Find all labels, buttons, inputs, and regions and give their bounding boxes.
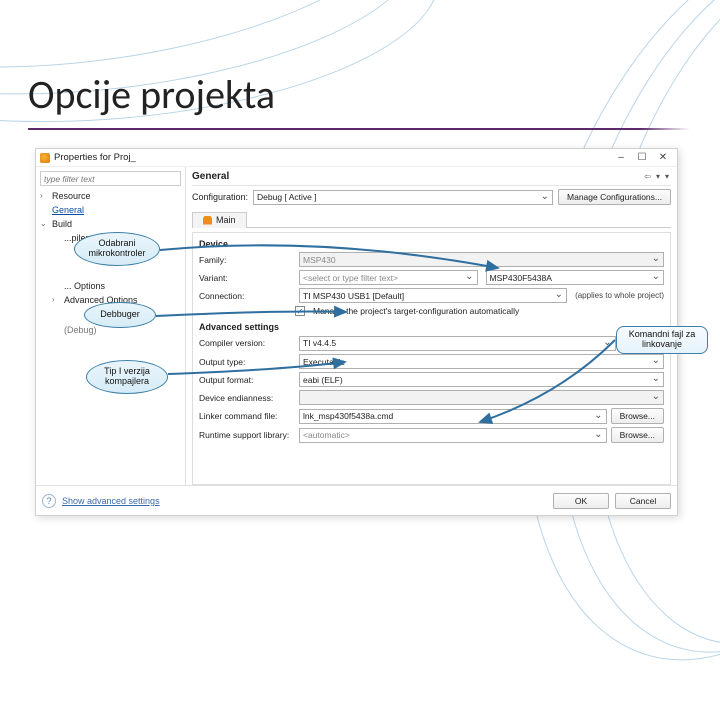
tree-general[interactable]: General [40,203,181,217]
output-format-label: Output format: [199,375,295,385]
runtime-browse-button[interactable]: Browse... [611,427,664,443]
output-format-select[interactable]: eabi (ELF) [299,372,664,387]
callout-microcontroller: Odabrani mikrokontroler [74,232,160,266]
output-format-value: eabi (ELF) [303,375,343,385]
tree-build-label: Build [52,219,72,229]
linker-label: Linker command file: [199,411,295,421]
tab-main[interactable]: Main [192,212,247,228]
compiler-label: Compiler version: [199,338,295,348]
config-select[interactable]: Debug [ Active ] [253,190,553,205]
config-label: Configuration: [192,192,248,202]
linker-select[interactable]: lnk_msp430f5438a.cmd [299,409,607,424]
output-type-select[interactable]: Executable [299,354,664,369]
connection-label: Connection: [199,291,295,301]
device-section-title: Device [199,239,664,249]
endianness-label: Device endianness: [199,393,295,403]
family-label: Family: [199,255,295,265]
family-select[interactable]: MSP430 [299,252,664,267]
settings-panel: Device Family: MSP430 Variant: <select o… [192,232,671,485]
cancel-button[interactable]: Cancel [615,493,671,509]
advanced-section-title: Advanced settings [199,322,664,332]
runtime-select[interactable]: <automatic> [299,428,607,443]
tree-options[interactable]: ... Options [40,279,181,293]
chip-icon [203,216,212,225]
help-icon[interactable]: ? [42,494,56,508]
nav-back-icon[interactable]: ⇦ [642,172,653,181]
variant-label: Variant: [199,273,295,283]
tree-general-label: General [52,205,84,215]
tree-resource[interactable]: ›Resource [40,189,181,203]
linker-browse-button[interactable]: Browse... [611,408,664,424]
titlebar: Properties for Proj_ – ☐ ✕ [36,149,677,167]
tree-resource-label: Resource [52,191,91,201]
compiler-value: TI v4.4.5 [303,338,336,348]
callout-compiler: Tip I verzija kompajlera [86,360,168,394]
compiler-select[interactable]: TI v4.4.5 [299,336,616,351]
maximize-button[interactable]: ☐ [632,151,652,165]
variant-filter-select[interactable]: <select or type filter text> [299,270,478,285]
manage-targetconf-label: Manage the project's target-configuratio… [313,306,519,316]
slide-title: Opcije projekta [28,70,275,119]
output-type-value: Executable [303,357,345,367]
ok-button[interactable]: OK [553,493,609,509]
variant-select[interactable]: MSP430F5438A [486,270,665,285]
callout-linker: Komandni fajl za linkovanje [616,326,708,354]
dialog-title: Properties for Proj_ [54,152,610,163]
callout-debugger: Debbuger [84,302,156,328]
connection-select[interactable]: TI MSP430 USB1 [Default] [299,288,567,303]
nav-fwd-icon[interactable]: ▾ [654,172,662,181]
runtime-value: <automatic> [303,430,350,440]
tree-debug-label: (Debug) [64,325,97,335]
endianness-select[interactable] [299,390,664,405]
output-type-label: Output type: [199,357,295,367]
page-heading: General [192,171,642,182]
connection-note: (applies to whole project) [575,291,664,300]
minimize-button[interactable]: – [611,151,631,165]
nav-menu-icon[interactable]: ▾ [663,172,671,181]
runtime-label: Runtime support library: [199,430,295,440]
properties-dialog: Properties for Proj_ – ☐ ✕ ›Resource Gen… [35,148,678,516]
config-value: Debug [ Active ] [257,192,317,202]
title-underline [0,128,720,130]
tree-options-label: ... Options [64,281,105,291]
app-icon [40,153,50,163]
manage-configs-button[interactable]: Manage Configurations... [558,189,671,205]
nav-buttons: ⇦ ▾ ▾ [642,172,671,181]
variant-filter-value: <select or type filter text> [303,273,398,283]
tab-main-label: Main [216,215,236,225]
variant-value: MSP430F5438A [490,273,552,283]
manage-targetconf-checkbox[interactable]: ✓ [295,306,305,316]
connection-value: TI MSP430 USB1 [Default] [303,291,404,301]
family-value: MSP430 [303,255,336,265]
close-button[interactable]: ✕ [653,151,673,165]
filter-input[interactable] [40,171,181,186]
main-pane: General ⇦ ▾ ▾ Configuration: Debug [ Act… [186,167,677,485]
linker-value: lnk_msp430f5438a.cmd [303,411,393,421]
show-advanced-link[interactable]: Show advanced settings [62,496,160,506]
tree-build[interactable]: ⌄Build [40,217,181,231]
